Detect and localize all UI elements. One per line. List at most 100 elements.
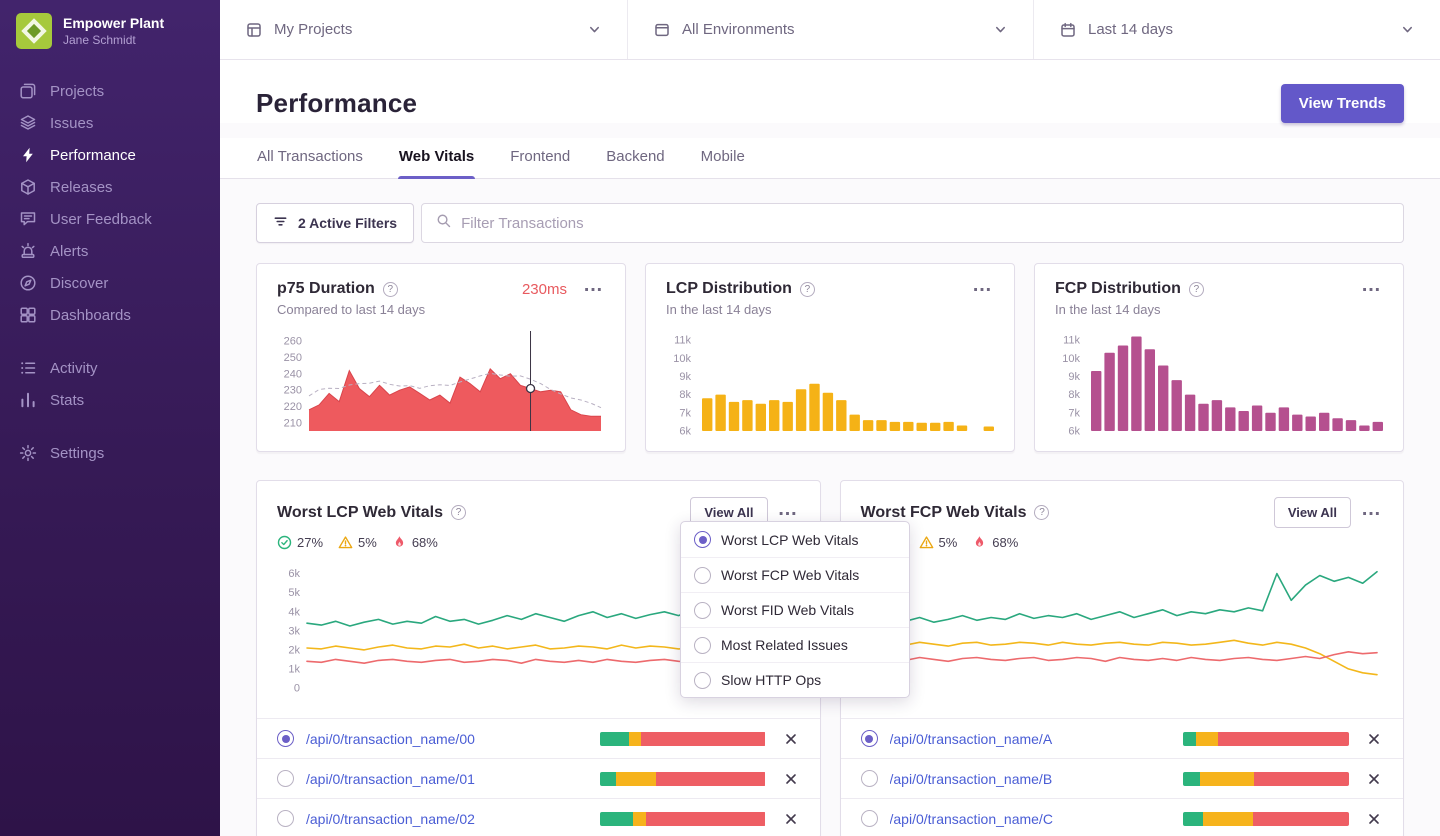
vitals-bar-segment-meh <box>1203 812 1253 826</box>
sidebar-item-dashboards[interactable]: Dashboards <box>0 299 220 331</box>
date-filter[interactable]: Last 14 days <box>1034 0 1440 59</box>
vitals-bar-segment-good <box>1183 772 1200 786</box>
main: My ProjectsAll EnvironmentsLast 14 days … <box>220 0 1440 836</box>
row-radio[interactable] <box>277 730 294 747</box>
menu-item-label: Slow HTTP Ops <box>721 672 821 688</box>
feedback-icon <box>19 210 37 228</box>
user-name: Jane Schmidt <box>63 33 164 47</box>
close-icon[interactable] <box>782 810 800 828</box>
environment-filter[interactable]: All Environments <box>628 0 1034 59</box>
sidebar-item-projects[interactable]: Projects <box>0 75 220 107</box>
close-icon[interactable] <box>1365 810 1383 828</box>
tab-all-transactions[interactable]: All Transactions <box>256 138 364 178</box>
close-icon[interactable] <box>1365 730 1383 748</box>
tab-web-vitals[interactable]: Web Vitals <box>398 138 475 178</box>
menu-item-radio[interactable] <box>694 567 711 584</box>
close-icon[interactable] <box>782 730 800 748</box>
row-radio[interactable] <box>277 810 294 827</box>
badge-value: 27% <box>297 535 323 550</box>
vitals-bar-segment-meh <box>1196 732 1218 746</box>
check-icon <box>277 535 292 550</box>
transaction-link[interactable]: /api/0/transaction_name/00 <box>306 731 588 747</box>
sidebar-item-settings[interactable]: Settings <box>0 437 220 469</box>
tabs: All Transactions Web Vitals Frontend Backen… <box>220 138 1440 179</box>
sidebar-item-label: User Feedback <box>50 211 152 228</box>
svg-text:240: 240 <box>284 368 302 380</box>
tab-mobile[interactable]: Mobile <box>700 138 746 178</box>
help-icon <box>1034 505 1049 520</box>
sidebar-item-label: Projects <box>50 83 104 100</box>
filter-icon <box>273 214 288 232</box>
menu-item-radio[interactable] <box>694 637 711 654</box>
row-radio[interactable] <box>861 810 878 827</box>
sidebar-item-activity[interactable]: Activity <box>0 352 220 384</box>
worst-fcp-chart: 01k2k3k4k5k6k <box>861 560 1385 700</box>
panel-icon <box>246 22 262 38</box>
tab-frontend[interactable]: Frontend <box>509 138 571 178</box>
p75-duration-card: p75 Duration 230ms Compared to last 14 d… <box>256 263 626 452</box>
transaction-link[interactable]: /api/0/transaction_name/02 <box>306 811 588 827</box>
content: 2 Active Filters p75 Duration 230ms <box>220 179 1440 836</box>
sidebar-item-alerts[interactable]: Alerts <box>0 235 220 267</box>
table-row: /api/0/transaction_name/B <box>841 758 1404 798</box>
p75-duration-chart: 210220230240250260 <box>277 327 607 439</box>
svg-text:0: 0 <box>294 683 300 695</box>
warning-badge: 5% <box>338 535 377 550</box>
card-options-button[interactable] <box>1359 280 1383 298</box>
sidebar-item-user-feedback[interactable]: User Feedback <box>0 203 220 235</box>
menu-item-radio[interactable] <box>694 672 711 689</box>
sidebar-item-label: Performance <box>50 147 136 164</box>
vitals-bar-segment-good <box>1183 812 1203 826</box>
fcp-distribution-card: FCP Distribution In the last 14 days 6k7… <box>1034 263 1404 452</box>
svg-text:8k: 8k <box>679 389 691 401</box>
activity-icon <box>19 359 37 377</box>
menu-item-worst-fid-web-vitals[interactable]: Worst FID Web Vitals <box>681 592 909 627</box>
search-input[interactable] <box>461 215 1389 232</box>
releases-icon <box>19 178 37 196</box>
card-options-button[interactable] <box>1359 504 1383 522</box>
svg-text:210: 210 <box>284 417 302 429</box>
close-icon[interactable] <box>782 770 800 788</box>
sidebar-item-stats[interactable]: Stats <box>0 384 220 416</box>
row-radio[interactable] <box>861 770 878 787</box>
svg-text:10k: 10k <box>1062 353 1080 365</box>
svg-text:4k: 4k <box>288 606 300 618</box>
sidebar-item-label: Issues <box>50 115 93 132</box>
active-filters-label: 2 Active Filters <box>298 215 397 231</box>
card-options-button[interactable] <box>581 280 605 298</box>
sidebar-item-discover[interactable]: Discover <box>0 267 220 299</box>
row-radio[interactable] <box>277 770 294 787</box>
menu-item-most-related-issues[interactable]: Most Related Issues <box>681 627 909 662</box>
sidebar-item-releases[interactable]: Releases <box>0 171 220 203</box>
fire-icon <box>392 535 407 550</box>
sidebar-item-issues[interactable]: Issues <box>0 107 220 139</box>
warning-icon <box>919 535 934 550</box>
transaction-link[interactable]: /api/0/transaction_name/B <box>890 771 1172 787</box>
view-trends-button[interactable]: View Trends <box>1281 84 1404 123</box>
card-options-button[interactable] <box>970 280 994 298</box>
menu-item-worst-lcp-web-vitals[interactable]: Worst LCP Web Vitals <box>681 522 909 557</box>
transaction-link[interactable]: /api/0/transaction_name/A <box>890 731 1172 747</box>
menu-item-slow-http-ops[interactable]: Slow HTTP Ops <box>681 662 909 697</box>
table-row: /api/0/transaction_name/C <box>841 798 1404 836</box>
svg-text:7k: 7k <box>679 407 691 419</box>
sidebar-item-performance[interactable]: Performance <box>0 139 220 171</box>
tab-backend[interactable]: Backend <box>605 138 665 178</box>
active-filters-button[interactable]: 2 Active Filters <box>256 203 414 243</box>
card-title: Worst FCP Web Vitals <box>861 504 1027 522</box>
close-icon[interactable] <box>1365 770 1383 788</box>
topbar: My ProjectsAll EnvironmentsLast 14 days <box>220 0 1440 60</box>
card-options-button[interactable] <box>776 504 800 522</box>
transaction-link[interactable]: /api/0/transaction_name/C <box>890 811 1172 827</box>
svg-text:8k: 8k <box>1068 389 1080 401</box>
menu-item-radio[interactable] <box>694 531 711 548</box>
row-radio[interactable] <box>861 730 878 747</box>
transaction-list: /api/0/transaction_name/A/api/0/transact… <box>841 718 1404 836</box>
org-switcher[interactable]: Empower Plant Jane Schmidt <box>0 0 220 59</box>
project-filter[interactable]: My Projects <box>220 0 628 59</box>
menu-item-worst-fcp-web-vitals[interactable]: Worst FCP Web Vitals <box>681 557 909 592</box>
sidebar-nav: Projects Issues Performance Releases User Fe… <box>0 59 220 485</box>
transaction-link[interactable]: /api/0/transaction_name/01 <box>306 771 588 787</box>
view-all-button[interactable]: View All <box>1274 497 1351 528</box>
menu-item-radio[interactable] <box>694 602 711 619</box>
